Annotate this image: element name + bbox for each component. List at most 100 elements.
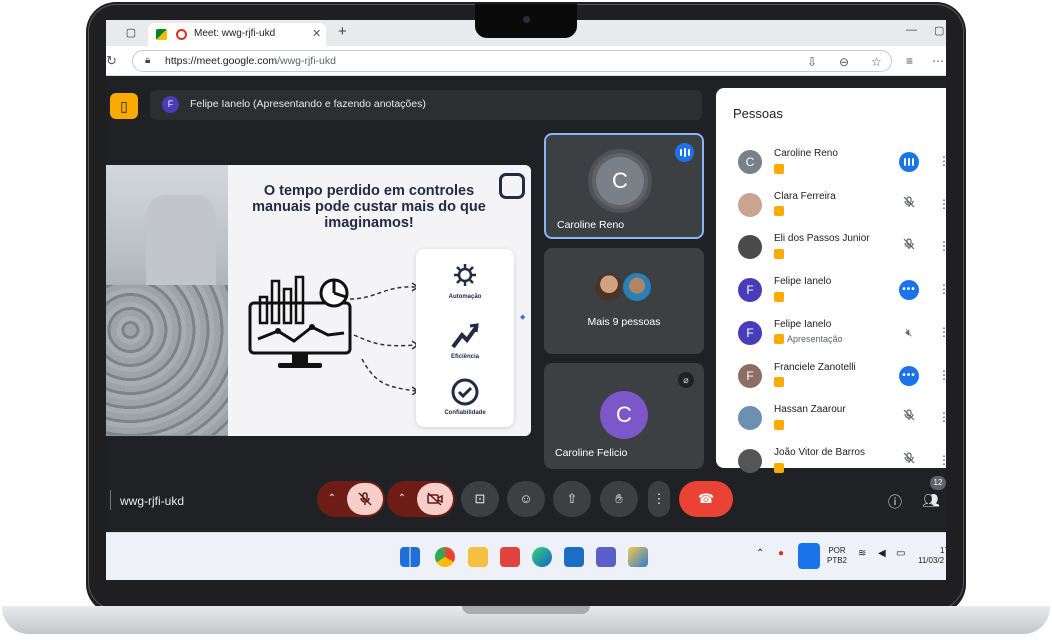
- feature-automation: Automação: [416, 261, 514, 300]
- file-explorer-icon[interactable]: [468, 547, 488, 567]
- volume-off-icon[interactable]: 🔇︎: [899, 323, 919, 343]
- participant-menu-icon[interactable]: ⋮: [938, 410, 946, 424]
- clock-date: 11/03/2: [918, 556, 945, 565]
- slide-pointer-icon: ◆: [520, 314, 526, 321]
- people-list-item[interactable]: Hassan Zaarour ⋮: [716, 401, 946, 443]
- participant-avatar: [738, 235, 762, 260]
- people-list-item[interactable]: F Felipe Ianelo ••• ⋮: [716, 273, 946, 315]
- tray-record-icon[interactable]: ●: [778, 549, 784, 559]
- tray-mic-icon[interactable]: [798, 543, 820, 569]
- more-actions-icon[interactable]: ⋮: [648, 481, 670, 517]
- shared-slide: O tempo perdido em controles manuais pod…: [106, 165, 531, 436]
- slide-logo-icon: [499, 173, 525, 199]
- raise-hand-icon[interactable]: ✋︎: [600, 481, 638, 517]
- people-list-item[interactable]: João Vitor de Barros ⋮: [716, 444, 946, 486]
- speaking-indicator-icon[interactable]: [899, 152, 919, 172]
- exit-door-icon[interactable]: ▯: [110, 93, 138, 119]
- edge-icon[interactable]: [532, 547, 552, 567]
- participant-avatar: F: [738, 363, 762, 388]
- feature-reliability: Confiabilidade: [416, 377, 514, 416]
- host-badge-icon: [774, 334, 784, 345]
- participant-tile-speaking[interactable]: C Caroline Reno: [544, 133, 704, 239]
- people-list-item[interactable]: F Felipe Ianelo Apresentação 🔇︎ ⋮: [716, 316, 946, 358]
- more-options-icon[interactable]: •••: [899, 280, 919, 301]
- more-participants-tile[interactable]: Mais 9 pessoas: [544, 248, 704, 354]
- more-options-icon[interactable]: •••: [899, 365, 919, 386]
- captions-icon[interactable]: ⊡: [461, 481, 499, 517]
- end-call-icon[interactable]: ☎︎: [679, 481, 733, 517]
- participant-role: [774, 377, 787, 388]
- meeting-info-icon[interactable]: ⓘ: [888, 492, 902, 512]
- participant-menu-icon[interactable]: ⋮: [938, 368, 946, 382]
- feature-label: Confiabilidade: [444, 410, 486, 416]
- people-list-item[interactable]: Clara Ferreira ⋮: [716, 188, 946, 230]
- participant-menu-icon[interactable]: ⋮: [938, 325, 946, 339]
- recorder-icon[interactable]: [500, 547, 520, 567]
- teams-icon[interactable]: [596, 547, 616, 567]
- emoji-icon[interactable]: ☺: [507, 481, 545, 517]
- participant-role: [774, 462, 787, 473]
- recording-icon: [176, 29, 187, 40]
- meet-area: ▯ F Felipe Ianelo (Apresentando e fazend…: [106, 76, 946, 532]
- mic-off-icon[interactable]: [347, 483, 383, 515]
- slide-photo-building: [146, 195, 216, 285]
- screen: ▢ Meet: wwg-rjfi-ukd ✕ + — ▢ ↻ 🔒︎ https:…: [106, 20, 946, 580]
- reload-icon[interactable]: ↻: [106, 53, 117, 69]
- more-options-icon[interactable]: ⊖: [839, 55, 849, 69]
- people-list-item[interactable]: F Franciele Zanotelli ••• ⋮: [716, 359, 946, 401]
- volume-icon[interactable]: ◀︎: [878, 549, 886, 559]
- tray-chevron-icon[interactable]: ⌃: [756, 549, 764, 559]
- host-badge-icon: [774, 462, 784, 473]
- participant-menu-icon[interactable]: ⋮: [938, 197, 946, 211]
- new-tab-icon[interactable]: +: [338, 23, 347, 40]
- favorites-list-icon[interactable]: ≡: [906, 54, 913, 68]
- speaking-indicator-icon: [675, 143, 694, 162]
- windows-start-icon[interactable]: [400, 547, 420, 567]
- sidebar-toggle-icon[interactable]: ▢: [124, 26, 138, 40]
- divider: [110, 490, 111, 510]
- more-participants-label: Mais 9 pessoas: [587, 316, 661, 328]
- minimize-icon[interactable]: —: [906, 24, 917, 36]
- mic-off-icon[interactable]: [899, 237, 919, 257]
- battery-icon[interactable]: ▭: [896, 549, 905, 559]
- tab-close-icon[interactable]: ✕: [312, 27, 321, 40]
- language-indicator[interactable]: POR PTB2: [826, 546, 848, 566]
- mic-control[interactable]: ⌃: [317, 481, 385, 517]
- url-field[interactable]: 🔒︎ https://meet.google.com/wwg-rjfi-ukd …: [132, 50, 892, 72]
- extensions-icon[interactable]: ⋯: [932, 54, 944, 68]
- browser-addressbar: ↻ 🔒︎ https://meet.google.com/wwg-rjfi-uk…: [106, 46, 946, 76]
- app-icon[interactable]: [628, 547, 648, 567]
- camera-options-chevron-icon[interactable]: ⌃: [387, 481, 417, 517]
- clock[interactable]: 1711/03/2: [918, 546, 946, 566]
- favorite-star-icon[interactable]: ☆: [871, 55, 882, 69]
- tab-title: Meet: wwg-rjfi-ukd: [194, 28, 276, 39]
- browser-tab[interactable]: Meet: wwg-rjfi-ukd ✕: [148, 23, 326, 46]
- people-list-item[interactable]: C Caroline Reno ⋮: [716, 145, 946, 187]
- people-icon[interactable]: 👥︎: [922, 492, 940, 509]
- participant-menu-icon[interactable]: ⋮: [938, 239, 946, 253]
- participant-avatar: [738, 192, 762, 217]
- download-icon[interactable]: ⇩: [807, 55, 817, 69]
- people-list-item[interactable]: Eli dos Passos Junior ⋮: [716, 230, 946, 272]
- camera-off-icon[interactable]: [417, 483, 453, 515]
- mic-off-icon[interactable]: [899, 451, 919, 471]
- mic-off-icon[interactable]: [899, 408, 919, 428]
- maximize-icon[interactable]: ▢: [934, 24, 944, 37]
- camera-control[interactable]: ⌃: [387, 481, 455, 517]
- mic-options-chevron-icon[interactable]: ⌃: [317, 481, 347, 517]
- slide-title: O tempo perdido em controles manuais pod…: [252, 183, 486, 231]
- participant-tile[interactable]: C ⌀ Caroline Felicio: [544, 363, 704, 469]
- outlook-icon[interactable]: [564, 547, 584, 567]
- participant-menu-icon[interactable]: ⋮: [938, 154, 946, 168]
- site-info-icon[interactable]: 🔒︎: [145, 55, 150, 66]
- participant-name: Clara Ferreira: [774, 190, 836, 202]
- mic-off-icon[interactable]: [899, 195, 919, 215]
- participant-menu-icon[interactable]: ⋮: [938, 453, 946, 467]
- wifi-icon[interactable]: ≋: [858, 549, 866, 559]
- meet-favicon-icon: [156, 29, 167, 40]
- presenter-text: Felipe Ianelo (Apresentando e fazendo an…: [190, 98, 426, 110]
- participant-avatar: [738, 406, 762, 431]
- present-screen-icon[interactable]: ⇧: [553, 481, 591, 517]
- participant-menu-icon[interactable]: ⋮: [938, 282, 946, 296]
- chrome-icon[interactable]: [435, 547, 455, 567]
